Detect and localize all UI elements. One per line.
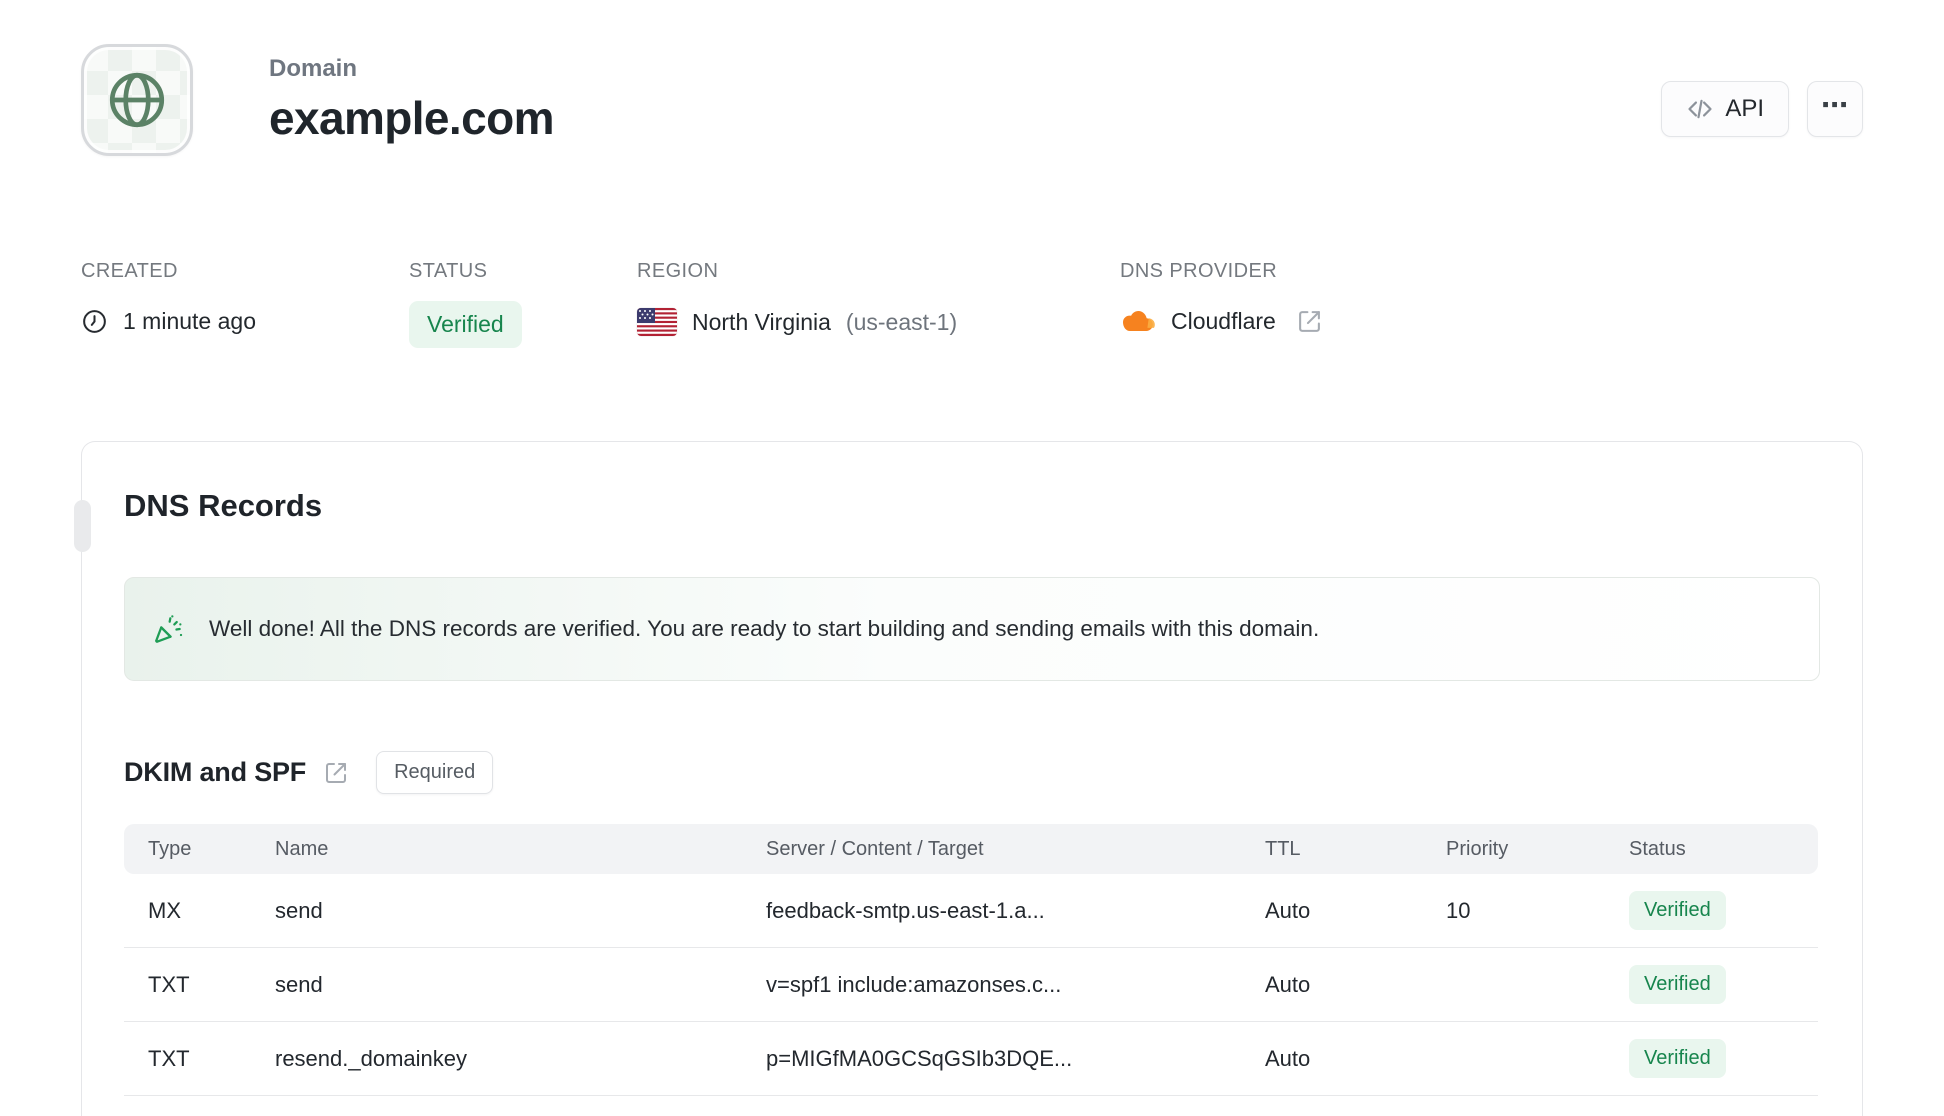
meta-row: CREATED 1 minute ago STATUS Verified REG… [81, 260, 1863, 348]
more-options-button[interactable]: ⋯ [1807, 81, 1863, 137]
header-actions: API ⋯ [1661, 81, 1863, 137]
success-banner: Well done! All the DNS records are verif… [124, 577, 1820, 681]
record-content: p=MIGfMA0GCSqGSIb3DQE... [766, 1022, 1265, 1096]
verified-badge: Verified [1629, 965, 1726, 1004]
meta-dns-provider: DNS PROVIDER Cloudflare [1120, 260, 1322, 348]
table-row: MX send feedback-smtp.us-east-1.a... Aut… [124, 874, 1818, 948]
dns-provider-name: Cloudflare [1171, 308, 1276, 334]
record-name: send [275, 874, 766, 948]
record-type: TXT [124, 1022, 275, 1096]
status-badge: Verified [409, 301, 522, 348]
meta-status: STATUS Verified [409, 260, 637, 348]
record-ttl: Auto [1265, 948, 1446, 1022]
record-type: TXT [124, 948, 275, 1022]
table-row: TXT send v=spf1 include:amazonses.c... A… [124, 948, 1818, 1022]
card-side-tab [74, 500, 91, 552]
api-button[interactable]: API [1661, 81, 1789, 137]
api-button-label: API [1725, 95, 1764, 122]
column-header-priority: Priority [1446, 824, 1629, 874]
us-flag-icon [637, 308, 677, 336]
cloudflare-icon [1120, 309, 1156, 335]
record-content: v=spf1 include:amazonses.c... [766, 948, 1265, 1022]
verified-badge: Verified [1629, 891, 1726, 930]
created-value: 1 minute ago [123, 308, 256, 334]
record-content: feedback-smtp.us-east-1.a... [766, 874, 1265, 948]
region-code: (us-east-1) [845, 308, 958, 335]
record-status: Verified [1629, 948, 1818, 1022]
meta-region: REGION North Virginia (us-east-1) [637, 260, 1120, 348]
record-ttl: Auto [1265, 1022, 1446, 1096]
domain-avatar [81, 44, 193, 156]
meta-created: CREATED 1 minute ago [81, 260, 409, 348]
record-name: resend._domainkey [275, 1022, 766, 1096]
status-label: STATUS [409, 260, 488, 282]
verified-badge: Verified [1629, 1039, 1726, 1078]
dns-records-card: DNS Records Well done! All the DNS recor… [74, 441, 1863, 1116]
globe-icon [104, 67, 170, 133]
external-link-icon[interactable] [1297, 309, 1322, 334]
record-type: MX [124, 874, 275, 948]
record-status: Verified [1629, 874, 1818, 948]
required-badge: Required [376, 751, 494, 794]
dns-provider-label: DNS PROVIDER [1120, 260, 1278, 282]
dns-records-table: Type Name Server / Content / Target TTL … [124, 824, 1818, 1096]
code-icon [1686, 95, 1714, 123]
record-priority [1446, 1022, 1629, 1096]
ellipsis-icon: ⋯ [1821, 89, 1849, 120]
table-header-row: Type Name Server / Content / Target TTL … [124, 824, 1818, 874]
domain-detail-page: Domain example.com API ⋯ CREATED 1 minut… [0, 0, 1944, 1116]
titles: Domain example.com [269, 55, 554, 145]
external-link-icon[interactable] [324, 761, 348, 785]
table-row: TXT resend._domainkey p=MIGfMA0GCSqGSIb3… [124, 1022, 1818, 1096]
column-header-type: Type [124, 824, 275, 874]
clock-icon [81, 308, 108, 335]
column-header-status: Status [1629, 824, 1818, 874]
party-popper-icon [153, 613, 185, 645]
domain-eyebrow: Domain [269, 55, 358, 82]
record-priority [1446, 948, 1629, 1022]
created-label: CREATED [81, 260, 178, 282]
page-title: example.com [269, 92, 554, 144]
page-header: Domain example.com API ⋯ [81, 44, 1863, 156]
dkim-spf-section-header: DKIM and SPF Required [124, 751, 1820, 794]
record-status: Verified [1629, 1022, 1818, 1096]
record-priority: 10 [1446, 874, 1629, 948]
column-header-name: Name [275, 824, 766, 874]
dkim-spf-title: DKIM and SPF [124, 757, 307, 787]
record-name: send [275, 948, 766, 1022]
column-header-ttl: TTL [1265, 824, 1446, 874]
record-ttl: Auto [1265, 874, 1446, 948]
region-label: REGION [637, 260, 719, 282]
column-header-content: Server / Content / Target [766, 824, 1265, 874]
dns-records-title: DNS Records [124, 488, 323, 523]
domain-identity: Domain example.com [81, 44, 554, 156]
region-name: North Virginia [692, 308, 831, 335]
success-banner-text: Well done! All the DNS records are verif… [209, 616, 1320, 641]
